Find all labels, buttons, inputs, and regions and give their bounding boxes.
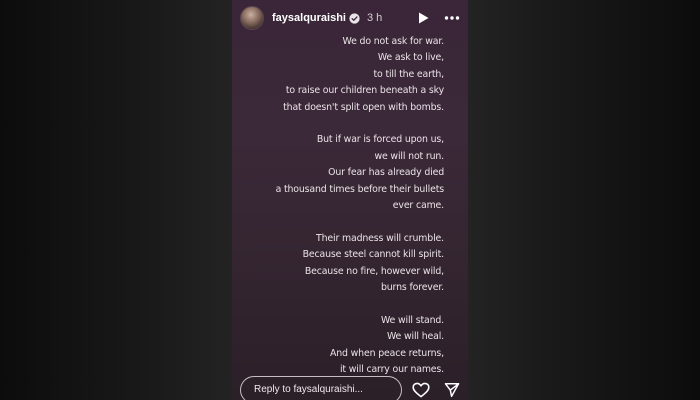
poem-line: we will not run. <box>374 150 444 162</box>
play-icon[interactable] <box>416 11 430 25</box>
more-options-icon[interactable] <box>444 11 460 25</box>
verified-badge-icon <box>349 12 360 24</box>
send-icon[interactable] <box>444 382 460 398</box>
poem-stanza-gap <box>244 214 444 230</box>
poem-line: Because no fire, however wild, <box>304 265 444 277</box>
poem-line: But if war is forced upon us, <box>316 134 444 146</box>
poem-line: And when peace returns, <box>329 347 444 359</box>
poem-line: burns forever. <box>380 282 444 294</box>
poem-line: ever came. <box>392 200 444 212</box>
reply-input[interactable]: Reply to faysalquraishi... <box>240 376 402 400</box>
poem-line: We ask to live, <box>377 52 444 64</box>
poem-line: We do not ask for war. <box>342 36 445 47</box>
story-viewer[interactable]: faysalquraishi 3 h We do not ask for war… <box>232 0 468 400</box>
poem-stanza-gap <box>244 116 444 132</box>
avatar[interactable] <box>240 6 264 30</box>
story-footer: Reply to faysalquraishi... <box>240 376 462 400</box>
poem-stanza-gap <box>244 296 444 312</box>
poem-line: that doesn't split open with bombs. <box>283 101 444 113</box>
poem-line: to raise our children beneath a sky <box>285 85 444 97</box>
poem-line: Because steel cannot kill spirit. <box>302 249 445 261</box>
post-time: 3 h <box>366 12 383 24</box>
story-header: faysalquraishi 3 h <box>240 6 462 30</box>
poem-line: a thousand times before their bullets <box>275 183 445 195</box>
poem-line: Our fear has already died <box>328 167 444 179</box>
heart-icon[interactable] <box>412 382 430 398</box>
username[interactable]: faysalquraishi <box>272 12 346 24</box>
poem-line: Their madness will crumble. <box>316 232 444 244</box>
poem-line: to till the earth, <box>373 68 445 80</box>
poem-line: We will stand. <box>380 314 444 326</box>
poem-line: We will heal. <box>386 331 444 343</box>
story-poem-text: We do not ask for war. We ask to live, to … <box>244 34 445 378</box>
